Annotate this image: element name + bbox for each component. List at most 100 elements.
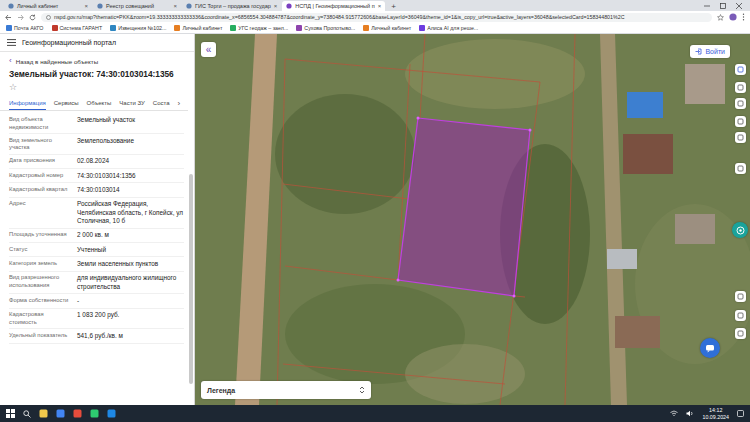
bookmark[interactable]: Сухова Пропотыво...	[296, 25, 355, 31]
browser-tab[interactable]: ГИС Торги – продажа государ×	[182, 1, 281, 11]
updown-chevron-icon	[359, 386, 365, 394]
bookmark[interactable]: Алиса AI для реше...	[419, 25, 478, 31]
info-tab[interactable]: Информация	[9, 98, 46, 110]
address-field[interactable]: nspd.gov.ru/map?thematic=PKK&zoom=19.333…	[41, 13, 712, 22]
field-value: 1 083 200 руб.	[77, 311, 184, 325]
page-icon	[186, 3, 192, 9]
tabs-scroll-button[interactable]: ›	[178, 99, 181, 110]
plus-tool-icon	[737, 84, 744, 91]
field-label: Дата присвоения	[9, 157, 71, 165]
panel-scrollbar[interactable]	[189, 174, 193, 384]
bookmark-label: Алиса AI для реше...	[427, 25, 478, 31]
chat-button[interactable]	[700, 338, 720, 358]
selected-parcel[interactable]	[398, 118, 530, 296]
bookmark[interactable]: Извещения №102...	[110, 25, 166, 31]
favorite-star[interactable]: ☆	[0, 81, 194, 95]
location-tool[interactable]	[735, 291, 746, 302]
bookmark[interactable]: Личный кабинет	[363, 25, 411, 31]
print-tool-icon	[737, 134, 744, 141]
screen-tool[interactable]	[735, 310, 746, 321]
forward-icon[interactable]	[17, 14, 24, 21]
field-value: Учтенный	[77, 246, 184, 254]
minus-tool-icon	[737, 100, 744, 107]
page-icon	[286, 3, 292, 9]
tab-close[interactable]: ×	[274, 3, 278, 9]
field-value: Земли населенных пунктов	[77, 260, 184, 268]
field-value: 74:30:0103014:1356	[77, 172, 184, 180]
bookmark[interactable]: Личный кабинет	[174, 25, 222, 31]
back-label: Назад в найденные объекты	[16, 58, 98, 65]
bookmarks-bar: Почта АКГО Система ГАРАНТ Извещения №102..…	[0, 23, 750, 34]
plus-tool[interactable]	[735, 82, 746, 93]
tab-label: ГИС Торги – продажа государ	[195, 3, 271, 9]
notifications-icon[interactable]	[737, 410, 744, 417]
minus-tool[interactable]	[735, 98, 746, 109]
field-label: Форма собственности	[9, 297, 71, 305]
assistant-icon	[736, 226, 745, 235]
taskbar-app-icon[interactable]	[107, 409, 116, 418]
info-tab[interactable]: Сервисы	[54, 98, 79, 110]
field-label: Вид объекта недвижимости	[9, 116, 71, 130]
aerial-map[interactable]	[195, 34, 750, 405]
info-tab[interactable]: Объекты	[87, 98, 112, 110]
volume-icon[interactable]	[686, 410, 694, 417]
search-icon[interactable]	[23, 410, 31, 418]
layers-tool[interactable]	[735, 64, 746, 75]
address-text: nspd.gov.ru/map?thematic=PKK&zoom=19.333…	[54, 14, 625, 20]
tab-close[interactable]: ×	[173, 3, 177, 9]
search-tool[interactable]	[735, 163, 746, 174]
tab-close[interactable]: ×	[378, 3, 382, 9]
network-icon[interactable]	[670, 410, 678, 417]
login-button[interactable]: Войти	[690, 45, 730, 58]
bookmark-icon	[174, 25, 180, 31]
site-info-icon[interactable]	[46, 15, 51, 20]
minimize-icon[interactable]	[704, 3, 710, 9]
windows-start-icon[interactable]	[6, 409, 15, 418]
field-list: Вид объекта недвижимостиЗемельный участо…	[0, 111, 194, 405]
browser-tab[interactable]: Личный кабинет×	[4, 1, 92, 11]
legend-dropdown[interactable]: Легенда	[201, 381, 371, 399]
field-label: Вид разрешенного использования	[9, 274, 71, 291]
collapse-panel-button[interactable]: «	[201, 42, 216, 57]
taskbar-app-icon[interactable]	[39, 409, 48, 418]
measure-tool[interactable]	[735, 116, 746, 127]
map-view[interactable]: « Войти Легенда	[195, 34, 750, 405]
maximize-icon[interactable]	[720, 3, 726, 9]
menu-dots-icon[interactable]	[742, 13, 745, 21]
taskbar-app-icon[interactable]	[56, 409, 65, 418]
profile-icon[interactable]	[729, 13, 737, 21]
field-value: для индивидуального жилищного строительс…	[77, 274, 184, 291]
chat-icon	[705, 344, 715, 353]
taskbar-app-icon[interactable]	[90, 409, 99, 418]
back-icon[interactable]	[5, 14, 12, 21]
back-link[interactable]: ‹ Назад в найденные объекты	[0, 52, 194, 67]
bookmark[interactable]: УГС геодаж – заел...	[230, 25, 288, 31]
field-label: Категория земель	[9, 260, 71, 268]
browser-tab[interactable]: Реестр совещаний×	[93, 1, 181, 11]
info-tab[interactable]: Соста	[153, 98, 170, 110]
screen-tool-icon	[737, 312, 744, 319]
share-tool[interactable]	[735, 328, 746, 339]
tab-label: Реестр совещаний	[106, 3, 170, 9]
browser-tab[interactable]: НСПД | Геоинформационный п×	[282, 1, 385, 11]
info-tab[interactable]: Части ЗУ	[119, 98, 144, 110]
bookmark[interactable]: Почта АКГО	[6, 25, 44, 31]
tab-close[interactable]: ×	[84, 3, 88, 9]
bookmark-label: Сухова Пропотыво...	[304, 25, 355, 31]
info-tabs: Информация Сервисы Объекты Части ЗУ Соста ›	[0, 95, 188, 111]
back-arrow: ‹	[9, 57, 12, 65]
close-window-icon[interactable]	[736, 3, 742, 9]
bookmark-star-icon[interactable]	[717, 14, 724, 21]
field-value: 74:30:0103014	[77, 186, 184, 194]
bookmark[interactable]: Система ГАРАНТ	[52, 25, 103, 31]
portal-page: Геоинформационный портал‹Назад в найденн…	[0, 34, 750, 405]
print-tool[interactable]	[735, 132, 746, 143]
page-icon	[97, 3, 103, 9]
field-label: Статус	[9, 246, 71, 254]
assistant-button[interactable]	[732, 222, 748, 238]
clock[interactable]: 14:1210.09.2024	[702, 407, 729, 420]
reload-icon[interactable]	[29, 14, 36, 21]
taskbar-app-icon[interactable]	[73, 409, 82, 418]
new-tab-button[interactable]: +	[386, 1, 401, 11]
hamburger-icon[interactable]	[7, 39, 16, 46]
